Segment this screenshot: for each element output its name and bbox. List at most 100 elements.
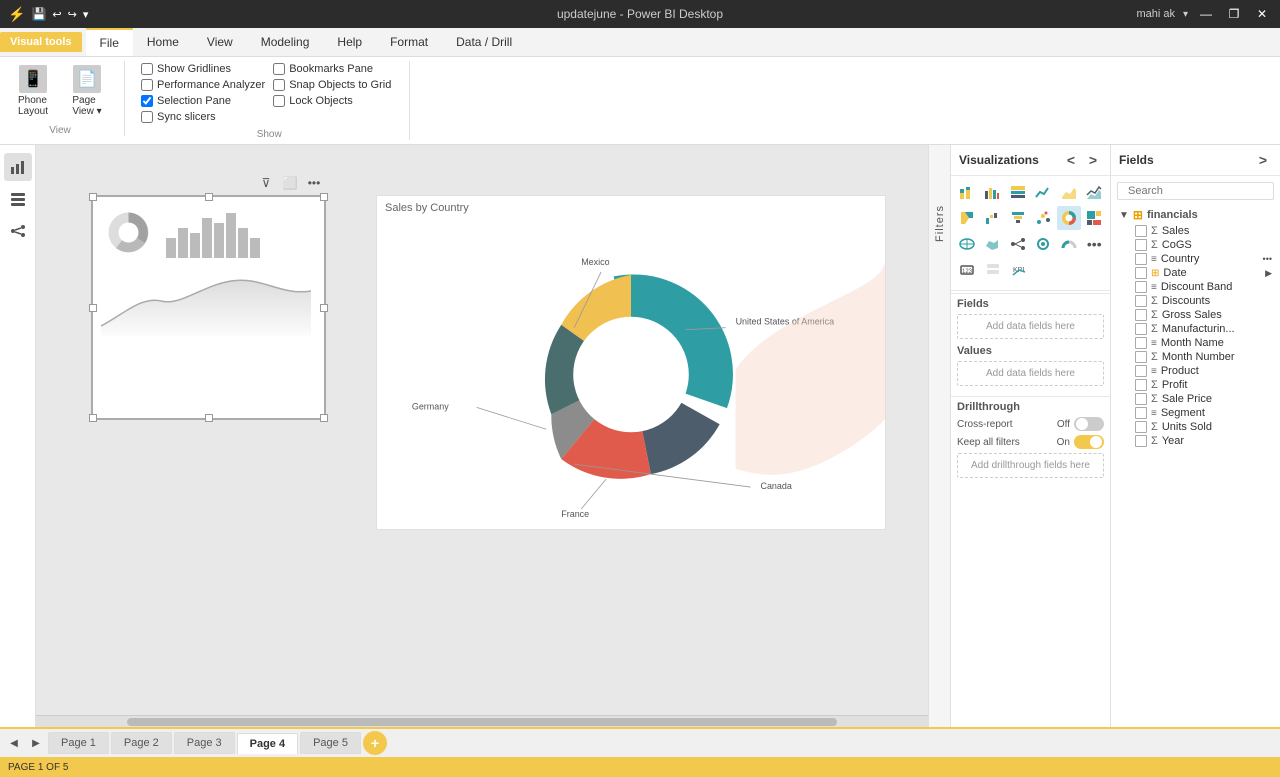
field-profit[interactable]: Σ Profit bbox=[1115, 378, 1276, 392]
viz-clustered-bar[interactable] bbox=[981, 180, 1005, 204]
viz-stacked-bar[interactable] bbox=[955, 180, 979, 204]
viz-key-influencers[interactable] bbox=[1032, 232, 1056, 256]
manufacturing-checkbox[interactable] bbox=[1135, 323, 1147, 335]
field-discounts[interactable]: Σ Discounts bbox=[1115, 294, 1276, 308]
gridlines-input[interactable] bbox=[141, 63, 153, 75]
field-units-sold[interactable]: Σ Units Sold bbox=[1115, 420, 1276, 434]
bookmarks-input[interactable] bbox=[273, 63, 285, 75]
field-discount-band[interactable]: ≡ Discount Band bbox=[1115, 280, 1276, 294]
viz-line[interactable] bbox=[1032, 180, 1056, 204]
h-scrollbar[interactable] bbox=[36, 715, 928, 727]
page-view-btn[interactable]: 📄 PageView ▾ bbox=[62, 61, 112, 121]
main-donut-visual[interactable]: Sales by Country bbox=[376, 195, 886, 530]
tab-file[interactable]: File bbox=[86, 28, 133, 56]
cross-report-toggle[interactable] bbox=[1074, 417, 1104, 431]
field-year[interactable]: Σ Year bbox=[1115, 434, 1276, 448]
page-tab-2[interactable]: Page 2 bbox=[111, 732, 172, 754]
date-checkbox[interactable] bbox=[1135, 267, 1147, 279]
field-product[interactable]: ≡ Product bbox=[1115, 364, 1276, 378]
fields-search-input[interactable] bbox=[1128, 185, 1270, 197]
close-btn[interactable]: ✕ bbox=[1252, 4, 1272, 24]
tab-view[interactable]: View bbox=[193, 29, 247, 55]
field-month-name[interactable]: ≡ Month Name bbox=[1115, 336, 1276, 350]
focus-toolbar-btn[interactable]: ⬜ bbox=[280, 173, 300, 193]
page-prev-btn[interactable]: ◀ bbox=[4, 733, 24, 753]
viz-more-btn[interactable]: ••• bbox=[1083, 232, 1107, 256]
tab-data-drill[interactable]: Data / Drill bbox=[442, 29, 526, 55]
viz-collapse-btn[interactable]: < bbox=[1062, 151, 1080, 169]
cogs-checkbox[interactable] bbox=[1135, 239, 1147, 251]
viz-funnel[interactable] bbox=[1006, 206, 1030, 230]
page-tab-5[interactable]: Page 5 bbox=[300, 732, 361, 754]
viz-ribbon[interactable] bbox=[955, 206, 979, 230]
viz-kpi[interactable]: KPI bbox=[1007, 258, 1031, 282]
viz-waterfall[interactable] bbox=[981, 206, 1005, 230]
viz-map[interactable] bbox=[955, 232, 979, 256]
checkbox-sync[interactable]: Sync slicers bbox=[141, 109, 265, 125]
page-next-btn[interactable]: ▶ bbox=[26, 733, 46, 753]
year-checkbox[interactable] bbox=[1135, 435, 1147, 447]
user-chevron[interactable]: ▾ bbox=[1183, 9, 1188, 20]
filter-toolbar-btn[interactable]: ⊽ bbox=[256, 173, 276, 193]
units-sold-checkbox[interactable] bbox=[1135, 421, 1147, 433]
model-view-btn[interactable] bbox=[4, 217, 32, 245]
month-number-checkbox[interactable] bbox=[1135, 351, 1147, 363]
phone-layout-btn[interactable]: 📱 PhoneLayout bbox=[8, 61, 58, 121]
checkbox-lock[interactable]: Lock Objects bbox=[273, 93, 397, 109]
viz-add-values-box[interactable]: Add data fields here bbox=[957, 361, 1104, 386]
tab-home[interactable]: Home bbox=[133, 29, 193, 55]
report-view-btn[interactable] bbox=[4, 153, 32, 181]
fields-search-box[interactable] bbox=[1117, 182, 1274, 200]
field-cogs[interactable]: Σ CoGS bbox=[1115, 238, 1276, 252]
viz-gauge[interactable] bbox=[1057, 232, 1081, 256]
checkbox-selection[interactable]: Selection Pane bbox=[141, 93, 265, 109]
thumbnail-visual[interactable]: ⊽ ⬜ ••• bbox=[91, 195, 326, 420]
page-add-btn[interactable]: + bbox=[363, 731, 387, 755]
sync-input[interactable] bbox=[141, 111, 153, 123]
segment-checkbox[interactable] bbox=[1135, 407, 1147, 419]
viz-multirow-card[interactable] bbox=[981, 258, 1005, 282]
checkbox-performance[interactable]: Performance Analyzer bbox=[141, 77, 265, 93]
resize-w[interactable] bbox=[89, 304, 97, 312]
gross-sales-checkbox[interactable] bbox=[1135, 309, 1147, 321]
drillthrough-add-box[interactable]: Add drillthrough fields here bbox=[957, 453, 1104, 478]
quick-access-undo[interactable]: ↩ bbox=[52, 8, 61, 21]
discount-band-checkbox[interactable] bbox=[1135, 281, 1147, 293]
canvas-scroll[interactable]: ⊽ ⬜ ••• bbox=[36, 145, 928, 715]
resize-s[interactable] bbox=[205, 414, 213, 422]
sales-checkbox[interactable] bbox=[1135, 225, 1147, 237]
field-country[interactable]: ≡ Country ••• bbox=[1115, 252, 1276, 266]
viz-treemap[interactable] bbox=[1083, 206, 1107, 230]
field-month-number[interactable]: Σ Month Number bbox=[1115, 350, 1276, 364]
viz-card[interactable]: 123 bbox=[955, 258, 979, 282]
field-gross-sales[interactable]: Σ Gross Sales bbox=[1115, 308, 1276, 322]
date-expand[interactable]: ▶ bbox=[1265, 268, 1272, 279]
tab-format[interactable]: Format bbox=[376, 29, 442, 55]
viz-decomp-tree[interactable] bbox=[1006, 232, 1030, 256]
viz-scatter[interactable] bbox=[1032, 206, 1056, 230]
keep-filters-toggle[interactable] bbox=[1074, 435, 1104, 449]
viz-filled-map[interactable] bbox=[981, 232, 1005, 256]
viz-area[interactable] bbox=[1057, 180, 1081, 204]
resize-sw[interactable] bbox=[89, 414, 97, 422]
maximize-btn[interactable]: ❐ bbox=[1224, 4, 1244, 24]
selection-input[interactable] bbox=[141, 95, 153, 107]
resize-e[interactable] bbox=[320, 304, 328, 312]
fields-panel-expand-btn[interactable]: > bbox=[1254, 151, 1272, 169]
checkbox-snap[interactable]: Snap Objects to Grid bbox=[273, 77, 397, 93]
viz-100-bar[interactable] bbox=[1006, 180, 1030, 204]
country-more-btn[interactable]: ••• bbox=[1263, 254, 1272, 264]
resize-n[interactable] bbox=[205, 193, 213, 201]
resize-nw[interactable] bbox=[89, 193, 97, 201]
page-tab-4[interactable]: Page 4 bbox=[237, 733, 298, 754]
viz-add-fields-box[interactable]: Add data fields here bbox=[957, 314, 1104, 339]
resize-se[interactable] bbox=[320, 414, 328, 422]
tab-help[interactable]: Help bbox=[323, 29, 376, 55]
lock-input[interactable] bbox=[273, 95, 285, 107]
quick-access-save[interactable]: 💾 bbox=[31, 7, 46, 21]
performance-input[interactable] bbox=[141, 79, 153, 91]
field-sales[interactable]: Σ Sales bbox=[1115, 224, 1276, 238]
checkbox-gridlines[interactable]: Show Gridlines bbox=[141, 61, 265, 77]
viz-stacked-area[interactable] bbox=[1083, 180, 1107, 204]
more-toolbar-btn[interactable]: ••• bbox=[304, 173, 324, 193]
